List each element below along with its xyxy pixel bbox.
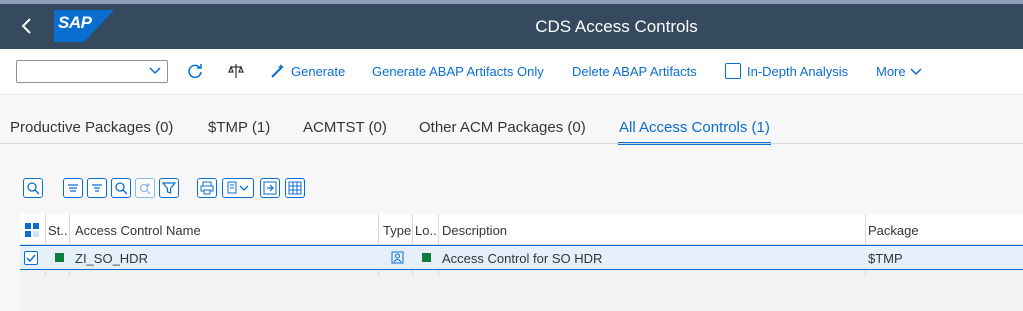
local-indicator — [422, 253, 431, 262]
variant-select[interactable] — [16, 60, 168, 83]
divider — [0, 143, 1023, 144]
export-button[interactable] — [260, 178, 280, 198]
generate-icon — [271, 64, 284, 78]
more-button[interactable]: More — [876, 64, 906, 79]
sort-ascending-button[interactable] — [63, 178, 83, 198]
view-menu-button[interactable] — [222, 178, 254, 198]
find-button[interactable] — [111, 178, 131, 198]
column-header-status[interactable]: St.. — [48, 223, 68, 238]
row-select-checkbox[interactable] — [24, 251, 38, 265]
column-header-description[interactable]: Description — [442, 223, 507, 238]
filter-icon — [162, 182, 176, 194]
export-icon — [263, 181, 277, 195]
chevron-down-icon — [239, 185, 249, 191]
compare-icon[interactable] — [228, 63, 244, 79]
table-row[interactable]: ZI_SO_HDR Access Control for SO HDR $TMP — [20, 245, 1023, 270]
column-header-access-control-name[interactable]: Access Control Name — [75, 223, 201, 238]
in-depth-analysis-checkbox[interactable] — [725, 63, 741, 79]
status-indicator — [55, 253, 64, 262]
search-next-icon — [139, 183, 151, 195]
chevron-down-icon — [910, 68, 922, 76]
search-icon — [115, 182, 128, 195]
tab-acmtst[interactable]: ACMTST (0) — [303, 119, 387, 136]
tab-all-access-controls[interactable]: All Access Controls (1) — [619, 119, 770, 136]
grid-icon — [288, 181, 302, 195]
chevron-down-icon — [149, 67, 161, 75]
sort-ascending-icon — [68, 184, 78, 192]
sort-descending-icon — [92, 184, 102, 192]
in-depth-analysis-label[interactable]: In-Depth Analysis — [747, 64, 848, 79]
tab-bar: Productive Packages (0) $TMP (1) ACMTST … — [0, 96, 1023, 145]
find-next-button[interactable] — [135, 178, 155, 198]
print-button[interactable] — [197, 178, 217, 198]
access-control-type-icon — [391, 251, 404, 264]
access-control-package: $TMP — [868, 251, 903, 266]
zoom-icon — [27, 182, 40, 195]
generate-button[interactable]: Generate — [291, 64, 345, 79]
toolbar: Generate Generate ABAP Artifacts Only De… — [0, 49, 1023, 95]
filter-button[interactable] — [159, 178, 179, 198]
tab-tmp[interactable]: $TMP (1) — [208, 119, 270, 136]
layout-button[interactable] — [285, 178, 305, 198]
column-header-type[interactable]: Type — [383, 223, 411, 238]
select-all-icon[interactable] — [25, 223, 39, 237]
column-header-lo[interactable]: Lo.. — [415, 223, 437, 238]
shell-bar: SAP CDS Access Controls — [0, 4, 1023, 49]
view-icon — [227, 181, 237, 194]
checkmark-icon — [26, 254, 36, 263]
refresh-icon[interactable] — [187, 63, 203, 79]
access-controls-table: St.. Access Control Name Type Lo.. Descr… — [20, 214, 1023, 311]
column-header-package[interactable]: Package — [868, 223, 919, 238]
page-title: CDS Access Controls — [535, 17, 698, 36]
table-header: St.. Access Control Name Type Lo.. Descr… — [20, 214, 1023, 245]
details-button[interactable] — [23, 178, 43, 198]
print-icon — [200, 181, 214, 195]
access-control-name[interactable]: ZI_SO_HDR — [75, 251, 148, 266]
tab-productive-packages[interactable]: Productive Packages (0) — [10, 119, 173, 136]
sort-descending-button[interactable] — [87, 178, 107, 198]
delete-abap-artifacts-button[interactable]: Delete ABAP Artifacts — [572, 64, 697, 79]
access-control-description: Access Control for SO HDR — [442, 251, 603, 266]
tab-other-acm-packages[interactable]: Other ACM Packages (0) — [419, 119, 586, 136]
generate-abap-artifacts-button[interactable]: Generate ABAP Artifacts Only — [372, 64, 544, 79]
